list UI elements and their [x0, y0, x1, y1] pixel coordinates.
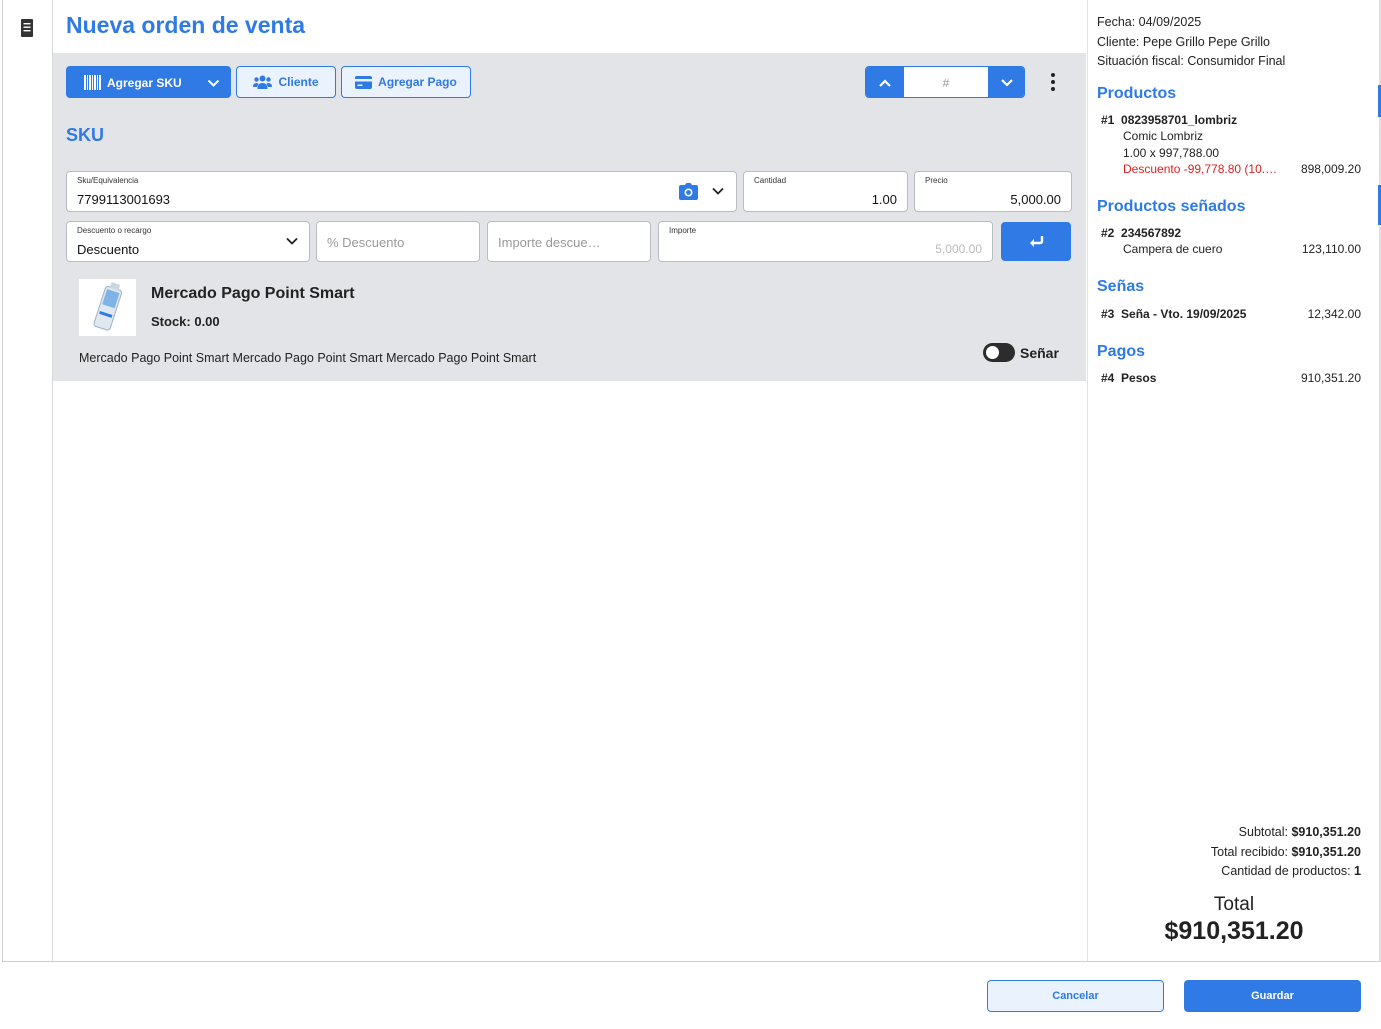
client-label: Cliente — [278, 75, 319, 89]
order-date: Fecha: 04/09/2025 — [1097, 15, 1202, 29]
product-item-name: Comic Lombriz — [1123, 129, 1204, 143]
discount-percent-input[interactable]: % Descuento — [316, 221, 480, 262]
sku-entry-panel — [53, 53, 1086, 381]
reserve-toggle[interactable] — [983, 343, 1015, 362]
discount-type-label: Descuento o recargo — [77, 226, 152, 235]
chevron-down-icon[interactable] — [207, 77, 220, 89]
more-options-icon[interactable] — [1046, 70, 1060, 94]
amount-field: Importe 5,000.00 — [658, 221, 993, 262]
credit-card-icon — [355, 75, 373, 89]
product-code: 0823958701_lombriz — [1121, 113, 1238, 127]
sku-field-value: 7799113001693 — [77, 192, 171, 207]
item-number-input[interactable]: # — [904, 67, 988, 97]
client-button[interactable]: Cliente — [236, 66, 336, 98]
discount-type-select[interactable]: Descuento o recargo Descuento — [66, 221, 310, 262]
amount-field-value: 5,000.00 — [935, 242, 982, 256]
add-line-button[interactable] — [1001, 222, 1071, 261]
payments-heading: Pagos — [1097, 343, 1146, 360]
subtotal-label: Subtotal: — [1238, 825, 1288, 839]
left-rail — [0, 0, 53, 962]
page-title: Nueva orden de venta — [66, 12, 306, 38]
sales-order-dialog: Nueva orden de venta Agregar SKU Cliente — [0, 0, 1381, 1029]
quantity-field[interactable]: Cantidad 1.00 — [743, 171, 908, 212]
deposit-total: 12,342.00 — [1307, 307, 1361, 321]
payment-total: 910,351.20 — [1300, 371, 1361, 385]
item-navigator: # — [865, 66, 1025, 98]
sku-field-label: Sku/Equivalencia — [77, 176, 139, 185]
add-sku-label: Agregar SKU — [107, 75, 182, 90]
chevron-down-icon — [286, 237, 298, 245]
order-summary-sidebar: Fecha: 04/09/2025 Cliente: Pepe Grillo P… — [1087, 0, 1381, 962]
product-count-label: Cantidad de productos: — [1221, 864, 1351, 878]
payment-index: #4 — [1101, 371, 1115, 385]
chevron-down-icon — [1001, 79, 1013, 87]
reserved-code: 234567892 — [1121, 226, 1182, 240]
deposits-heading: Señas — [1097, 278, 1145, 295]
discount-type-value: Descuento — [77, 242, 140, 257]
next-item-button[interactable] — [988, 67, 1024, 97]
reserved-name: Campera de cuero — [1123, 242, 1223, 256]
chevron-up-icon — [879, 79, 891, 87]
product-discount: Descuento -99,778.80 (10.… — [1123, 162, 1278, 176]
reserved-total: 123,110.00 — [1301, 242, 1361, 256]
total-value: $910,351.20 — [1164, 917, 1304, 945]
discount-amount-placeholder: Importe descue… — [498, 235, 601, 250]
discount-amount-input[interactable]: Importe descue… — [487, 221, 651, 262]
reserved-products-heading: Productos señados — [1097, 198, 1246, 215]
order-client: Cliente: Pepe Grillo Pepe Grillo — [1097, 35, 1270, 49]
previous-item-button[interactable] — [866, 67, 904, 97]
price-field[interactable]: Precio 5,000.00 — [914, 171, 1072, 212]
totals-panel: Subtotal: $910,351.20 Total recibido: $9… — [1089, 822, 1379, 962]
chevron-down-icon[interactable] — [711, 185, 725, 197]
price-field-value: 5,000.00 — [1010, 192, 1061, 207]
users-icon — [253, 75, 273, 89]
reserve-toggle-label: Señar — [1020, 345, 1059, 361]
add-payment-label: Agregar Pago — [378, 75, 457, 89]
deposit-label: Seña - Vto. 19/09/2025 — [1121, 307, 1247, 321]
add-payment-button[interactable]: Agregar Pago — [341, 66, 471, 98]
product-description: Mercado Pago Point Smart Mercado Pago Po… — [79, 351, 537, 365]
product-qty-price: 1.00 x 997,788.00 — [1123, 146, 1220, 160]
toggle-knob — [986, 346, 999, 359]
amount-field-label: Importe — [669, 226, 697, 235]
received-value: $910,351.20 — [1291, 845, 1361, 859]
quantity-field-label: Cantidad — [754, 176, 787, 185]
product-count-value: 1 — [1354, 864, 1361, 878]
quantity-field-value: 1.00 — [871, 192, 897, 207]
total-label: Total — [1213, 894, 1255, 915]
order-tax-status: Situación fiscal: Consumidor Final — [1097, 54, 1286, 68]
barcode-icon — [84, 75, 101, 90]
product-total: 898,009.20 — [1300, 162, 1361, 176]
received-label: Total recibido: — [1210, 845, 1288, 859]
document-icon[interactable] — [19, 18, 35, 38]
subtotal-value: $910,351.20 — [1291, 825, 1361, 839]
product-image — [79, 279, 136, 336]
cancel-button[interactable]: Cancelar — [987, 980, 1164, 1012]
product-stock: Stock: 0.00 — [151, 314, 220, 329]
product-name: Mercado Pago Point Smart — [151, 285, 355, 302]
save-button[interactable]: Guardar — [1184, 980, 1361, 1012]
deposit-index: #3 — [1101, 307, 1115, 321]
discount-percent-placeholder: % Descuento — [327, 235, 405, 250]
payment-label: Pesos — [1121, 371, 1157, 385]
enter-return-icon — [1030, 235, 1044, 247]
add-sku-button[interactable]: Agregar SKU — [66, 66, 231, 98]
background-window-edge — [0, 0, 3, 962]
price-field-label: Precio — [925, 176, 948, 185]
sku-section-title: SKU — [66, 125, 105, 145]
products-heading: Productos — [1097, 85, 1177, 102]
sku-field[interactable]: Sku/Equivalencia 7799113001693 — [66, 171, 737, 212]
product-index: #1 — [1101, 113, 1115, 127]
dialog-footer: Cancelar Guardar — [3, 961, 1381, 1029]
camera-icon[interactable] — [679, 183, 698, 200]
reserved-index: #2 — [1101, 226, 1115, 240]
